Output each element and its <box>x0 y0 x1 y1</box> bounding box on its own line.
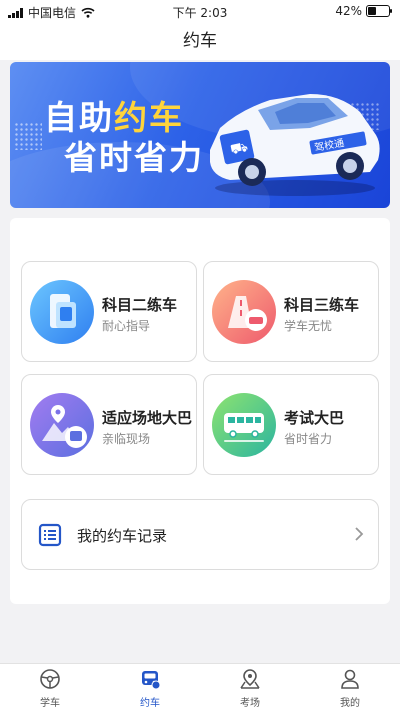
location-pin-icon <box>240 669 260 689</box>
document-list-icon <box>38 523 62 547</box>
phone-car-icon <box>30 280 94 344</box>
banner-slogan: 自助约车 省时省力 <box>44 98 204 177</box>
car-illustration: ⛟ 驾校通 <box>210 94 380 196</box>
road-car-icon <box>212 280 276 344</box>
tab-bar: 学车 约车 考场 我的 <box>0 663 400 711</box>
tab-profile[interactable]: 我的 <box>300 664 400 711</box>
service-tile-exam-bus[interactable]: 考试大巴 省时省力 <box>203 374 379 475</box>
service-tile-site-bus[interactable]: 适应场地大巴 亲临现场 <box>21 374 197 475</box>
tab-booking[interactable]: 约车 <box>100 664 200 711</box>
user-icon <box>341 669 359 689</box>
car-booking-icon <box>142 671 161 690</box>
booking-records-row[interactable]: 我的约车记录 <box>21 499 379 570</box>
tab-learn[interactable]: 学车 <box>0 664 100 711</box>
services-card: 科目二练车 耐心指导 科目三练车 学车无忧 适应场地大巴 亲临现场 考试大巴 省… <box>10 218 390 604</box>
service-tile-subject2[interactable]: 科目二练车 耐心指导 <box>21 261 197 362</box>
map-bus-icon <box>30 393 94 457</box>
service-tile-subject3[interactable]: 科目三练车 学车无忧 <box>203 261 379 362</box>
bus-icon <box>212 393 276 457</box>
page-title: 约车 <box>0 22 400 60</box>
status-bar: 中国电信 下午 2:03 42% <box>0 0 400 22</box>
booking-records-label: 我的约车记录 <box>77 527 168 545</box>
steering-wheel-icon <box>40 669 60 689</box>
chevron-right-icon <box>355 527 364 541</box>
tab-exam-site[interactable]: 考场 <box>200 664 300 711</box>
battery-icon <box>366 5 392 17</box>
promo-banner[interactable]: 自助约车 省时省力 ⛟ 驾校通 <box>10 62 390 208</box>
battery-percent: 42% <box>335 4 362 18</box>
